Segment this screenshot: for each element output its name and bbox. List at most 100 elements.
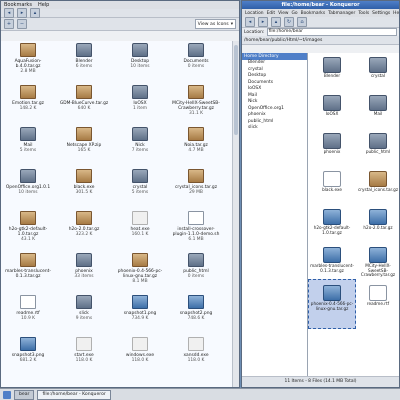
up-icon[interactable]: ▴ — [30, 8, 40, 18]
file-item[interactable]: public_html 0 items — [171, 253, 221, 279]
file-item[interactable]: Blender — [310, 57, 354, 79]
menu-item[interactable]: Location — [245, 11, 264, 16]
archive-icon — [76, 85, 92, 99]
file-item[interactable]: MCity-HelIX-SweetSB-Crawberry.tar.gz — [356, 247, 399, 278]
file-item[interactable]: heat.exe 160.1 K — [115, 211, 165, 237]
file-item[interactable]: IoOSX — [310, 95, 354, 117]
konqueror-window: file:/home/bear - Konqueror Location Edit… — [241, 0, 400, 388]
file-item[interactable]: black.exe 301.5 K — [59, 169, 109, 195]
file-item[interactable]: crystal — [356, 57, 399, 79]
menu-item[interactable]: Bookmarks — [301, 11, 326, 16]
home-icon[interactable]: ⌂ — [297, 17, 307, 27]
file-item[interactable]: xansdd.exe 118.0 K — [171, 337, 221, 363]
file-item[interactable]: Noia.tar.gz 4.7 MB — [171, 127, 221, 153]
file-item[interactable]: h2o-gtk2-default-1.0.tar.gz — [310, 209, 354, 235]
file-item[interactable]: phoenix-0.4-566-pc-linux-gnu.tar.gz — [310, 285, 354, 311]
menu-item[interactable]: Help — [393, 11, 399, 16]
file-item[interactable]: readme.rtf — [356, 285, 399, 307]
file-item[interactable]: snapshot1.png 734.9 K — [115, 295, 165, 321]
location-field[interactable]: file:/home/bear — [266, 28, 397, 36]
file-item[interactable]: crystal_icons.tar.gz — [356, 171, 399, 193]
file-item[interactable]: phoenix 33 items — [59, 253, 109, 279]
file-item[interactable]: snapshot2.png 748.6 K — [171, 295, 221, 321]
file-item[interactable]: MCity-HelIX-SweetSB-Crawberry.tar.gz 31.1… — [171, 85, 221, 116]
file-name: IoOSX — [325, 111, 339, 116]
file-name: Blender — [323, 73, 341, 78]
up-icon[interactable]: ▴ — [271, 17, 281, 27]
view-as-select[interactable]: View as Icons ▾ — [194, 19, 236, 29]
menu-item[interactable]: Settings — [372, 11, 390, 16]
file-item[interactable]: AquaFusion-b.4.0.tar.gz 2.8 MB — [3, 43, 53, 74]
file-size: 118.0 K — [187, 358, 205, 363]
folder-icon — [323, 133, 341, 149]
desktop-icon[interactable] — [3, 390, 11, 399]
directory-tree: Home Directory Blender crystal Desktop Docu… — [242, 53, 308, 377]
file-item[interactable]: phoenix-0.4-566-pc-linux-gnu.tar.gz 8.1 M… — [115, 253, 165, 284]
file-item[interactable]: Emotion.tar.gz 148.2 K — [3, 85, 53, 111]
back-icon[interactable]: ◂ — [4, 8, 14, 18]
menu-help[interactable]: Help — [38, 2, 49, 8]
file-item[interactable]: readme.rtf 10.9 K — [3, 295, 53, 321]
archive-icon — [369, 171, 387, 187]
file-item[interactable]: h2o-gtk2-default-1.0.tar.gz 43.1 K — [3, 211, 53, 242]
file-item[interactable]: Blender 6 items — [59, 43, 109, 69]
menu-item[interactable]: Tools — [358, 11, 369, 16]
file-item[interactable]: crystal_icons.tar.gz 29 MB — [171, 169, 221, 195]
menu-item[interactable]: Tabmanager — [328, 11, 355, 16]
forward-icon[interactable]: ▸ — [17, 8, 27, 18]
archive-icon — [132, 253, 148, 267]
file-item[interactable]: slick 9 items — [59, 295, 109, 321]
reload-icon[interactable]: ↻ — [284, 17, 294, 27]
file-item[interactable]: Nick 7 items — [115, 127, 165, 153]
file-item[interactable]: GDM-BlueCurve.tar.gz 640 K — [59, 85, 109, 111]
file-item[interactable]: phoenix — [310, 133, 354, 155]
back-icon[interactable]: ◂ — [245, 17, 255, 27]
zoom-in-icon[interactable]: + — [4, 19, 14, 29]
menu-item[interactable]: View — [278, 11, 288, 16]
menu-item[interactable]: Edit — [267, 11, 276, 16]
file-name: phoenix-0.4-566-pc-linux-gnu.tar.gz — [117, 269, 163, 279]
file-item[interactable]: Documents 0 items — [171, 43, 221, 69]
folder-icon — [76, 253, 92, 267]
file-item[interactable]: install-crossover-plugin-1.1.0-demo.sh 6.… — [171, 211, 221, 242]
vertical-scrollbar[interactable] — [232, 41, 239, 387]
toolbar-top: ◂ ▸ ▴ — [1, 8, 239, 18]
scrollbar-thumb[interactable] — [234, 45, 238, 135]
file-item[interactable]: h2o-2.0.tar.gz 323.2 K — [59, 211, 109, 237]
file-item[interactable]: Desktop 10 items — [115, 43, 165, 69]
file-item[interactable]: black.exe — [310, 171, 354, 193]
task-bear[interactable]: bear — [14, 389, 35, 400]
file-item[interactable]: start.exe 118.0 K — [59, 337, 109, 363]
file-size: 323.2 K — [75, 232, 93, 237]
archive-icon — [20, 211, 36, 225]
archive-icon — [188, 127, 204, 141]
folder-icon — [20, 127, 36, 141]
archive-icon — [188, 85, 204, 99]
task-konqueror[interactable]: file:/home/bear - Konqueror — [37, 389, 111, 400]
file-item[interactable]: snapshot3.png 681.2 K — [3, 337, 53, 363]
file-size: 9 items — [75, 316, 93, 321]
file-item[interactable]: public_html — [356, 133, 399, 155]
file-size: 640 K — [77, 106, 91, 111]
zoom-out-icon[interactable]: − — [17, 19, 27, 29]
file-item[interactable]: crystal 5 items — [115, 169, 165, 195]
file-name: install-crossover-plugin-1.1.0-demo.sh — [172, 227, 220, 237]
file-item[interactable]: marbles-translucent-0.1.3.tar.gz — [310, 247, 354, 273]
folder-icon — [188, 253, 204, 267]
file-item[interactable]: Mail 5 items — [3, 127, 53, 153]
executable-icon — [132, 211, 148, 225]
tree-header[interactable]: Home Directory — [242, 53, 307, 60]
archive-icon — [76, 211, 92, 225]
file-item[interactable]: h2o-2.0.tar.gz — [356, 209, 399, 231]
file-item[interactable]: Mail — [356, 95, 399, 117]
image-icon — [323, 285, 341, 301]
menu-item[interactable]: Go — [292, 11, 298, 16]
file-item[interactable]: OpenOffice.org1.0.1 10 items — [3, 169, 53, 195]
file-item[interactable]: windows.exe 118.0 K — [115, 337, 165, 363]
file-item[interactable]: IoOSX 1 item — [115, 85, 165, 111]
tree-item[interactable]: slick — [242, 125, 307, 132]
forward-icon[interactable]: ▸ — [258, 17, 268, 27]
file-item[interactable]: marbles-translucent-0.1.3.tar.gz — [3, 253, 53, 279]
file-size: 1 item — [132, 106, 148, 111]
file-item[interactable]: Netscape XP.zip 165 K — [59, 127, 109, 153]
